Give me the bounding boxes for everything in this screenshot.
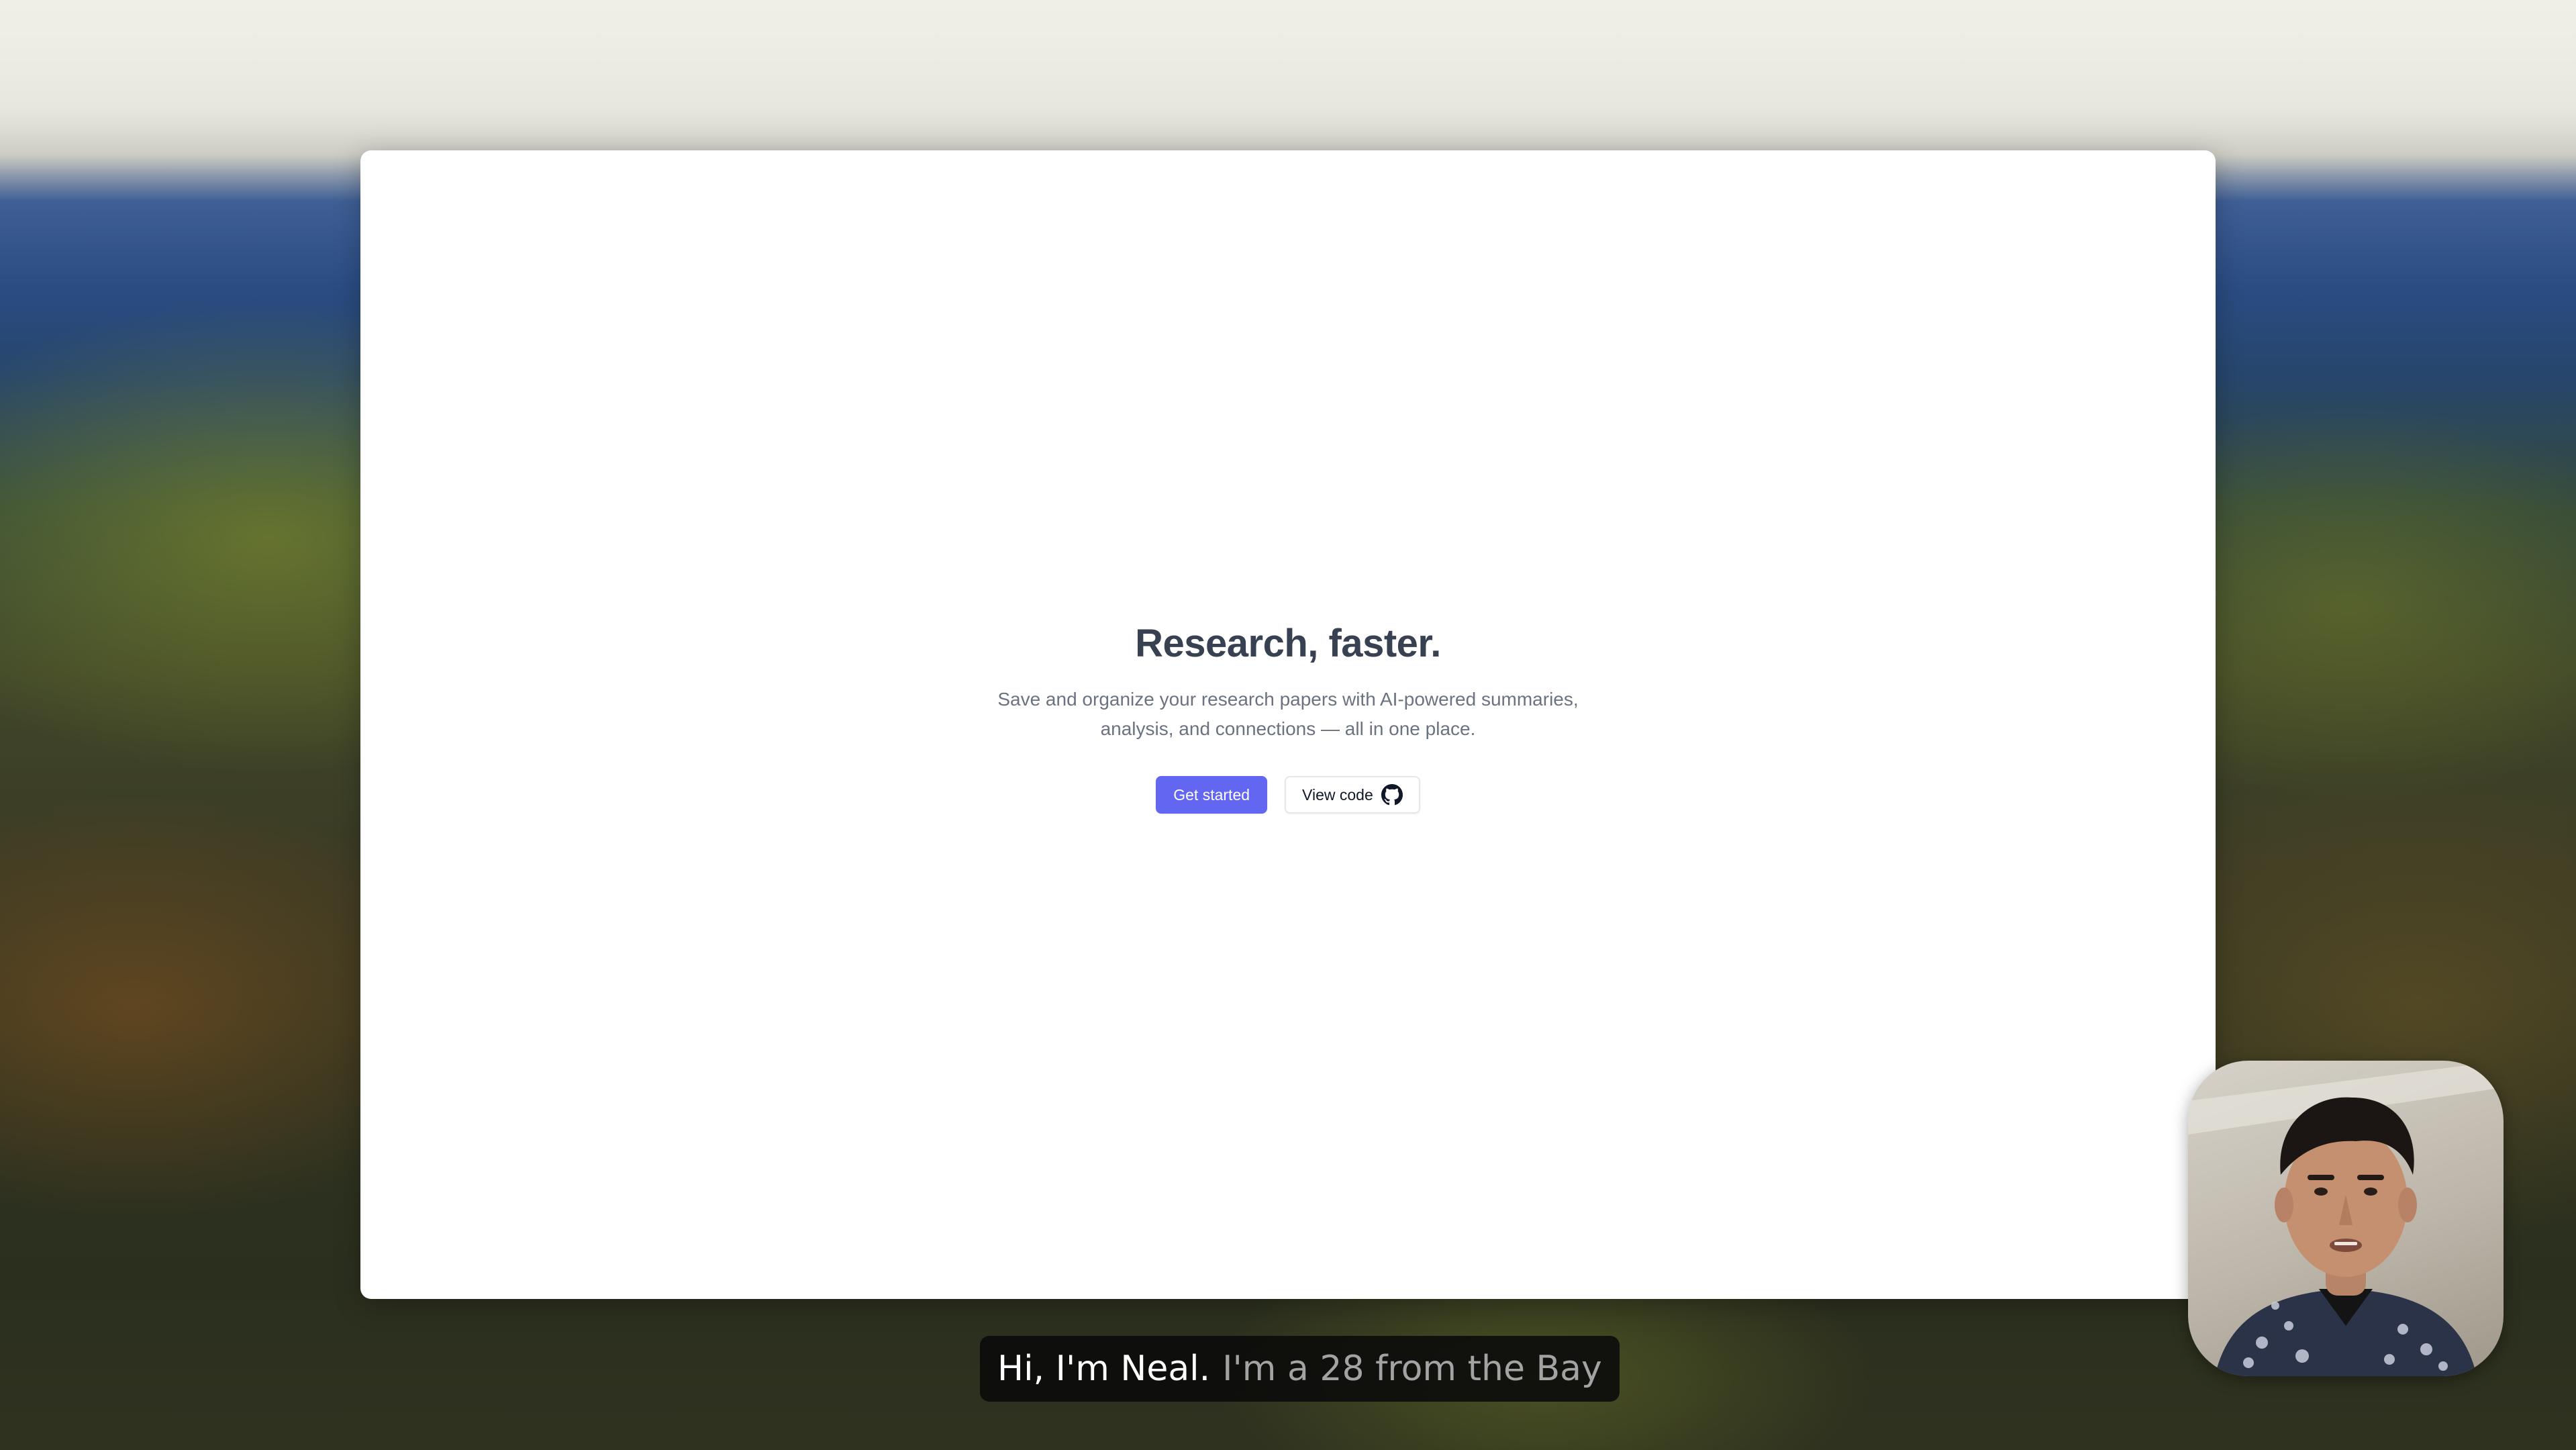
hero-section: Research, faster. Save and organize your… [360, 620, 2216, 814]
github-icon [1381, 784, 1403, 806]
caption-bar: Hi, I'm Neal. I'm a 28 from the Bay [980, 1336, 1620, 1402]
hero-title: Research, faster. [1135, 622, 1441, 665]
app-window: Research, faster. Save and organize your… [360, 150, 2216, 1299]
get-started-button[interactable]: Get started [1156, 776, 1268, 814]
view-code-label: View code [1302, 785, 1373, 804]
presenter-video-icon [2188, 1061, 2504, 1376]
get-started-label: Get started [1173, 785, 1250, 804]
view-code-button[interactable]: View code [1285, 776, 1420, 814]
background-haze [0, 0, 2576, 175]
caption-spoken-text: Hi, I'm Neal. [997, 1349, 1211, 1389]
hero-actions: Get started View code [360, 776, 2216, 814]
caption-upcoming-text: I'm a 28 from the Bay [1222, 1349, 1602, 1389]
webcam-bubble[interactable] [2188, 1061, 2504, 1376]
hero-subtitle: Save and organize your research papers w… [997, 689, 1579, 739]
